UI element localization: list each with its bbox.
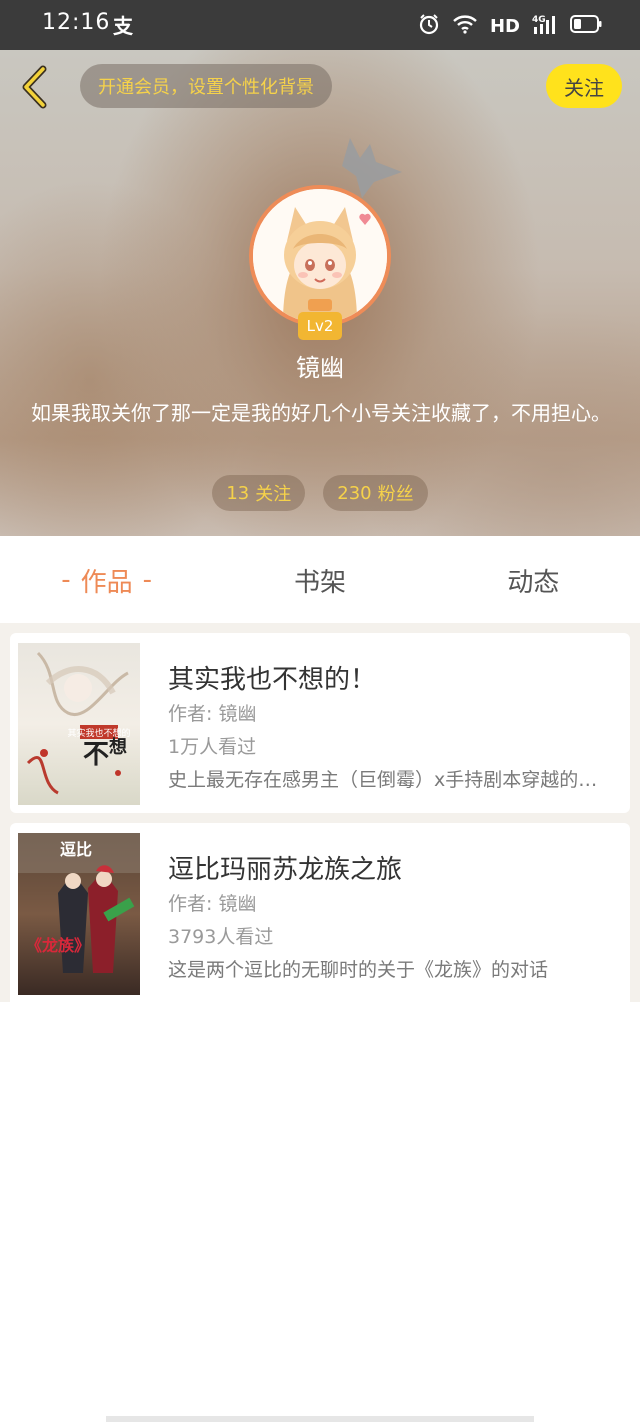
fans-label: 粉丝 bbox=[377, 484, 414, 505]
signal-icon: 4G bbox=[532, 13, 558, 39]
profile-tabs: - 作品 - 书架 动态 bbox=[0, 537, 640, 623]
works-list: 其实我也不想的 不 想 其实我也不想的！ 作者: 镜幽 1万人看过 史上最无存在… bbox=[0, 623, 640, 1002]
list-item[interactable]: 逗比 《龙族》 逗比玛丽苏龙族之旅 作者: 镜幽 3793人看过 这是两个逗比的… bbox=[10, 823, 630, 1002]
book-description: 这是两个逗比的无聊时的关于《龙族》的对话 bbox=[168, 959, 549, 981]
cover-title-text: 逗比 bbox=[60, 840, 92, 859]
svg-text:4G: 4G bbox=[532, 15, 546, 25]
cover-subtitle-text: 《龙族》 bbox=[26, 936, 90, 955]
following-count: 13 bbox=[226, 482, 250, 504]
follow-stats: 13 关注 230 粉丝 bbox=[0, 475, 640, 511]
book-views: 3793人看过 bbox=[168, 926, 274, 948]
book-title: 逗比玛丽苏龙族之旅 bbox=[168, 855, 403, 885]
tab-bookshelf[interactable]: 书架 bbox=[213, 537, 426, 623]
book-author: 作者: 镜幽 bbox=[168, 703, 257, 725]
status-icons: HD 4G bbox=[418, 12, 602, 40]
following-count-chip[interactable]: 13 关注 bbox=[212, 475, 306, 511]
book-cover: 其实我也不想的 不 想 bbox=[18, 643, 140, 805]
tab-works-label: 作品 bbox=[80, 567, 133, 598]
empty-area bbox=[0, 1004, 640, 1422]
network-label: HD bbox=[489, 15, 520, 37]
following-label: 关注 bbox=[255, 484, 292, 505]
list-item[interactable]: 其实我也不想的 不 想 其实我也不想的！ 作者: 镜幽 1万人看过 史上最无存在… bbox=[10, 633, 630, 813]
username: 镜幽 bbox=[296, 354, 344, 382]
fans-count: 230 bbox=[337, 482, 372, 504]
level-badge: Lv2 bbox=[298, 312, 342, 340]
tab-works[interactable]: - 作品 - bbox=[0, 537, 213, 623]
tab-activity-label: 动态 bbox=[507, 567, 560, 598]
avatar-image bbox=[253, 189, 387, 323]
tab-active-dash-left: - bbox=[61, 565, 71, 595]
book-title: 其实我也不想的！ bbox=[168, 665, 377, 695]
book-cover: 逗比 《龙族》 bbox=[18, 833, 140, 995]
vip-background-banner[interactable]: 开通会员，设置个性化背景 bbox=[80, 64, 332, 108]
profile-header: 开通会员，设置个性化背景 关注 Lv2 镜幽 如果我取关你了那一定是我的好几个小… bbox=[0, 50, 640, 536]
crown-icon bbox=[342, 138, 402, 198]
fans-count-chip[interactable]: 230 粉丝 bbox=[323, 475, 428, 511]
tab-bookshelf-label: 书架 bbox=[293, 567, 346, 598]
book-views: 1万人看过 bbox=[168, 736, 257, 758]
svg-text:不: 不 bbox=[83, 740, 109, 770]
tab-activity[interactable]: 动态 bbox=[427, 537, 640, 623]
wifi-icon bbox=[452, 14, 478, 38]
book-author: 作者: 镜幽 bbox=[168, 893, 257, 915]
follow-button[interactable]: 关注 bbox=[546, 64, 622, 108]
user-bio: 如果我取关你了那一定是我的好几个小号关注收藏了，不用担心。 bbox=[31, 401, 611, 425]
ime-indicator: 支 bbox=[113, 14, 133, 38]
back-arrow-icon bbox=[22, 65, 47, 109]
svg-text:想: 想 bbox=[109, 736, 127, 758]
back-button[interactable] bbox=[14, 64, 54, 110]
alarm-icon bbox=[418, 13, 440, 39]
avatar[interactable] bbox=[249, 185, 391, 327]
battery-icon bbox=[570, 15, 602, 37]
status-time: 12:16 bbox=[42, 10, 111, 35]
home-indicator[interactable] bbox=[106, 1416, 534, 1422]
book-description: 史上最无存在感男主（巨倒霉）x手持剧本穿越的… bbox=[168, 769, 598, 791]
status-bar: 12:16 支 HD 4G bbox=[0, 0, 640, 50]
tab-active-dash-right: - bbox=[142, 565, 153, 595]
